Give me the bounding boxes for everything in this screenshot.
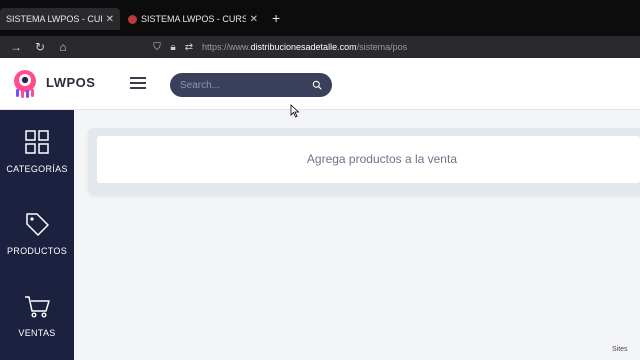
app-header: LWPOS [0, 58, 640, 110]
tab-close-icon[interactable]: ✕ [106, 14, 114, 25]
lock-icon[interactable]: 🔒︎ [166, 42, 180, 53]
forward-arrow-icon[interactable]: → [8, 39, 24, 55]
url-domain: distribucionesadetalle.com [250, 42, 357, 52]
sidebar-item-label: PRODUCTOS [6, 246, 68, 256]
sidebar-item-productos[interactable]: PRODUCTOS [0, 210, 74, 280]
browser-tab-inactive[interactable]: SISTEMA LWPOS - CURSO ✕ [122, 8, 264, 30]
sidebar-item-label: CATEGORÍAS [6, 164, 68, 174]
home-icon[interactable]: ⌂ [55, 39, 71, 55]
logo-icon[interactable] [10, 68, 40, 98]
empty-cart-message: Agrega productos a la venta [306, 152, 457, 166]
address-bar[interactable]: ⛉ 🔒︎ ⇄ https://www.distribucionesadetall… [150, 38, 640, 56]
empty-cart-box: Agrega productos a la venta [97, 136, 640, 183]
shield-icon[interactable]: ⛉ [150, 42, 164, 53]
pos-app: LWPOS CATEGORÍAS P [0, 58, 640, 360]
sale-items-panel: Agrega productos a la venta [88, 128, 640, 194]
permissions-icon[interactable]: ⇄ [182, 42, 196, 53]
mouse-cursor-icon [290, 104, 300, 118]
favicon-icon [128, 14, 137, 24]
reload-icon[interactable]: ↻ [32, 39, 48, 55]
tab-title: SISTEMA LWPOS - CURSO [141, 14, 246, 24]
search-input[interactable] [180, 79, 312, 91]
brand-name: LWPOS [46, 75, 96, 90]
sidebar-item-label: VENTAS [18, 328, 56, 338]
sidebar: CATEGORÍAS PRODUCTOS VENTAS [0, 110, 74, 360]
search-bar [170, 73, 332, 97]
search-icon[interactable] [312, 78, 322, 92]
url-text[interactable]: https://www.distribucionesadetalle.com/s… [202, 42, 407, 52]
grid-icon [25, 130, 49, 154]
browser-nav-bar: → ↻ ⌂ ⛉ 🔒︎ ⇄ https://www.distribucionesa… [0, 36, 640, 58]
url-path: /sistema/pos [356, 42, 408, 52]
cart-icon [25, 296, 50, 318]
url-prefix: https://www. [202, 42, 251, 52]
tab-title: SISTEMA LWPOS - CURSO [6, 14, 102, 24]
browser-tab-active[interactable]: SISTEMA LWPOS - CURSO ✕ [0, 8, 120, 30]
new-tab-button[interactable]: + [272, 11, 280, 25]
hamburger-menu-icon[interactable] [130, 77, 146, 89]
browser-tab-bar: SISTEMA LWPOS - CURSO ✕ SISTEMA LWPOS - … [0, 0, 640, 36]
tag-icon [26, 213, 49, 236]
sidebar-item-ventas[interactable]: VENTAS [0, 292, 74, 360]
tab-close-icon[interactable]: ✕ [250, 14, 258, 25]
sidebar-item-categorias[interactable]: CATEGORÍAS [0, 128, 74, 198]
watermark: Sites [612, 346, 628, 353]
